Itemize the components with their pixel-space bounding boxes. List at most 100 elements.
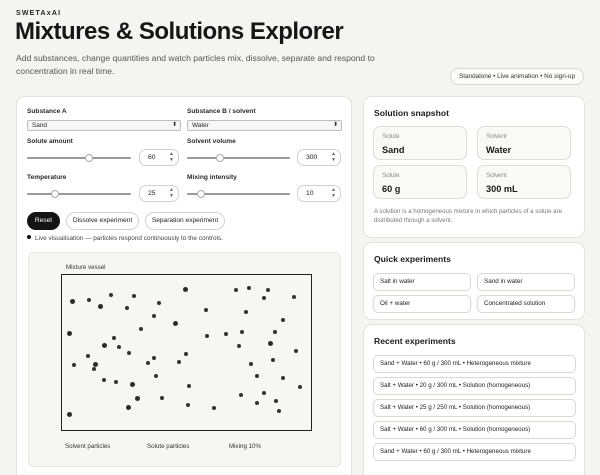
particle — [273, 330, 277, 334]
stepper-icon[interactable]: ▲ ▼ — [169, 151, 174, 163]
particle — [187, 384, 191, 388]
particle — [112, 336, 116, 340]
particle — [186, 403, 190, 407]
recent-item[interactable]: Salt + Water • 20 g / 300 mL • Solution … — [373, 377, 576, 395]
particle — [135, 396, 140, 401]
solution-snapshot-card: Solution snapshot Solute Sand Solvent Wa… — [363, 96, 585, 238]
quick-item-sand-in-water[interactable]: Sand in water — [477, 273, 575, 291]
particle — [146, 361, 150, 365]
recent-title: Recent experiments — [374, 336, 456, 346]
solvent-volume-slider[interactable] — [187, 153, 290, 163]
particle — [262, 296, 266, 300]
solvent-volume-label: Solvent volume — [187, 138, 236, 145]
particle — [67, 331, 72, 336]
slider-thumb[interactable] — [51, 190, 59, 198]
particle — [67, 412, 72, 417]
particle — [271, 358, 275, 362]
snapshot-key: Solvent — [486, 133, 507, 140]
recent-experiments-card: Recent experiments Sand + Water • 60 g /… — [363, 324, 585, 475]
stepper-icon[interactable]: ▲ ▼ — [331, 151, 336, 163]
mixing-intensity-slider[interactable] — [187, 189, 290, 199]
snapshot-key: Solute — [382, 133, 400, 140]
snapshot-value: 60 g — [382, 184, 401, 194]
snapshot-value: Water — [486, 145, 512, 155]
solvent-volume-value: 300 — [306, 154, 318, 161]
particle — [157, 301, 161, 305]
particle — [127, 351, 131, 355]
separation-experiment-button[interactable]: Separation experiment — [145, 212, 225, 230]
particle — [160, 396, 164, 400]
snapshot-key: Solute — [382, 172, 400, 179]
particle — [224, 332, 228, 336]
particle — [177, 360, 181, 364]
temperature-label: Temperature — [27, 174, 67, 181]
particle — [247, 286, 251, 290]
particle — [183, 287, 188, 292]
mixing-intensity-label: Mixing intensity — [187, 174, 237, 181]
particle — [173, 321, 178, 326]
temperature-slider[interactable] — [27, 189, 131, 199]
temperature-input[interactable]: 25 ▲ ▼ — [139, 185, 179, 202]
particle — [184, 352, 188, 356]
page-title: Mixtures & Solutions Explorer — [15, 18, 344, 45]
mixing-level-label: Mixing 10% — [229, 443, 261, 450]
brand-logo: SWETAxAI — [16, 10, 62, 17]
live-status-text: Live visualisation — particles respond c… — [35, 235, 223, 242]
substance-a-label: Substance A — [27, 108, 67, 115]
quick-item-concentrated[interactable]: Concentrated solution — [477, 295, 575, 313]
feature-badge: Standalone • Live animation • No sign-up — [449, 68, 584, 85]
particle — [281, 376, 285, 380]
particle — [139, 327, 143, 331]
substance-b-label: Substance B / solvent — [187, 108, 256, 115]
snapshot-solvent-amount: Solvent 300 mL — [477, 165, 571, 199]
particle — [239, 393, 243, 397]
mixture-vessel — [61, 274, 312, 431]
chevron-updown-icon: ⬍ — [332, 122, 338, 128]
solvent-volume-input[interactable]: 300 ▲ ▼ — [297, 149, 341, 166]
snapshot-key: Solvent — [486, 172, 507, 179]
particle — [298, 385, 302, 389]
particle — [86, 354, 90, 358]
recent-item[interactable]: Sand + Water • 60 g / 300 mL • Heterogen… — [373, 443, 576, 461]
solvent-particles-label: Solvent particles — [65, 443, 111, 450]
live-dot-icon — [27, 235, 31, 239]
particle — [72, 363, 76, 367]
dissolve-experiment-button[interactable]: Dissolve experiment — [66, 212, 139, 230]
substance-a-select[interactable]: Sand ⬍ — [27, 120, 181, 131]
recent-item[interactable]: Salt + Water • 25 g / 250 mL • Solution … — [373, 399, 576, 417]
temperature-value: 25 — [148, 190, 156, 197]
particle — [234, 288, 238, 292]
mixing-intensity-value: 10 — [306, 190, 314, 197]
solute-amount-label: Solute amount — [27, 138, 73, 145]
snapshot-note: A solution is a homogeneous mixture in w… — [374, 208, 562, 224]
solute-amount-slider[interactable] — [27, 153, 131, 163]
particle — [274, 399, 278, 403]
particle — [268, 341, 273, 346]
solute-amount-input[interactable]: 60 ▲ ▼ — [139, 149, 179, 166]
particle — [87, 298, 91, 302]
particle — [132, 294, 136, 298]
recent-item[interactable]: Salt + Water • 60 g / 300 mL • Solution … — [373, 421, 576, 439]
stepper-icon[interactable]: ▲ ▼ — [169, 187, 174, 199]
slider-thumb[interactable] — [216, 154, 224, 162]
particle — [109, 293, 113, 297]
mixing-intensity-input[interactable]: 10 ▲ ▼ — [297, 185, 341, 202]
quick-item-oil-water[interactable]: Oil + water — [373, 295, 471, 313]
slider-thumb[interactable] — [85, 154, 93, 162]
visualisation-panel: Mixture vessel Solvent particles Solute … — [28, 252, 341, 467]
particle — [205, 334, 209, 338]
particle — [277, 409, 281, 413]
page-subtitle: Add substances, change quantities and wa… — [16, 53, 375, 76]
quick-item-salt-in-water[interactable]: Salt in water — [373, 273, 471, 291]
particle — [237, 344, 241, 348]
recent-item[interactable]: Sand + Water • 60 g / 300 mL • Heterogen… — [373, 355, 576, 373]
substance-b-select[interactable]: Water ⬍ — [187, 120, 342, 131]
live-status: Live visualisation — particles respond c… — [27, 235, 223, 242]
snapshot-solvent-name: Solvent Water — [477, 126, 571, 160]
reset-button[interactable]: Reset — [27, 212, 60, 230]
particle — [98, 304, 103, 309]
stepper-icon[interactable]: ▲ ▼ — [331, 187, 336, 199]
particle — [255, 401, 259, 405]
slider-thumb[interactable] — [197, 190, 205, 198]
snapshot-solute-amount: Solute 60 g — [373, 165, 467, 199]
